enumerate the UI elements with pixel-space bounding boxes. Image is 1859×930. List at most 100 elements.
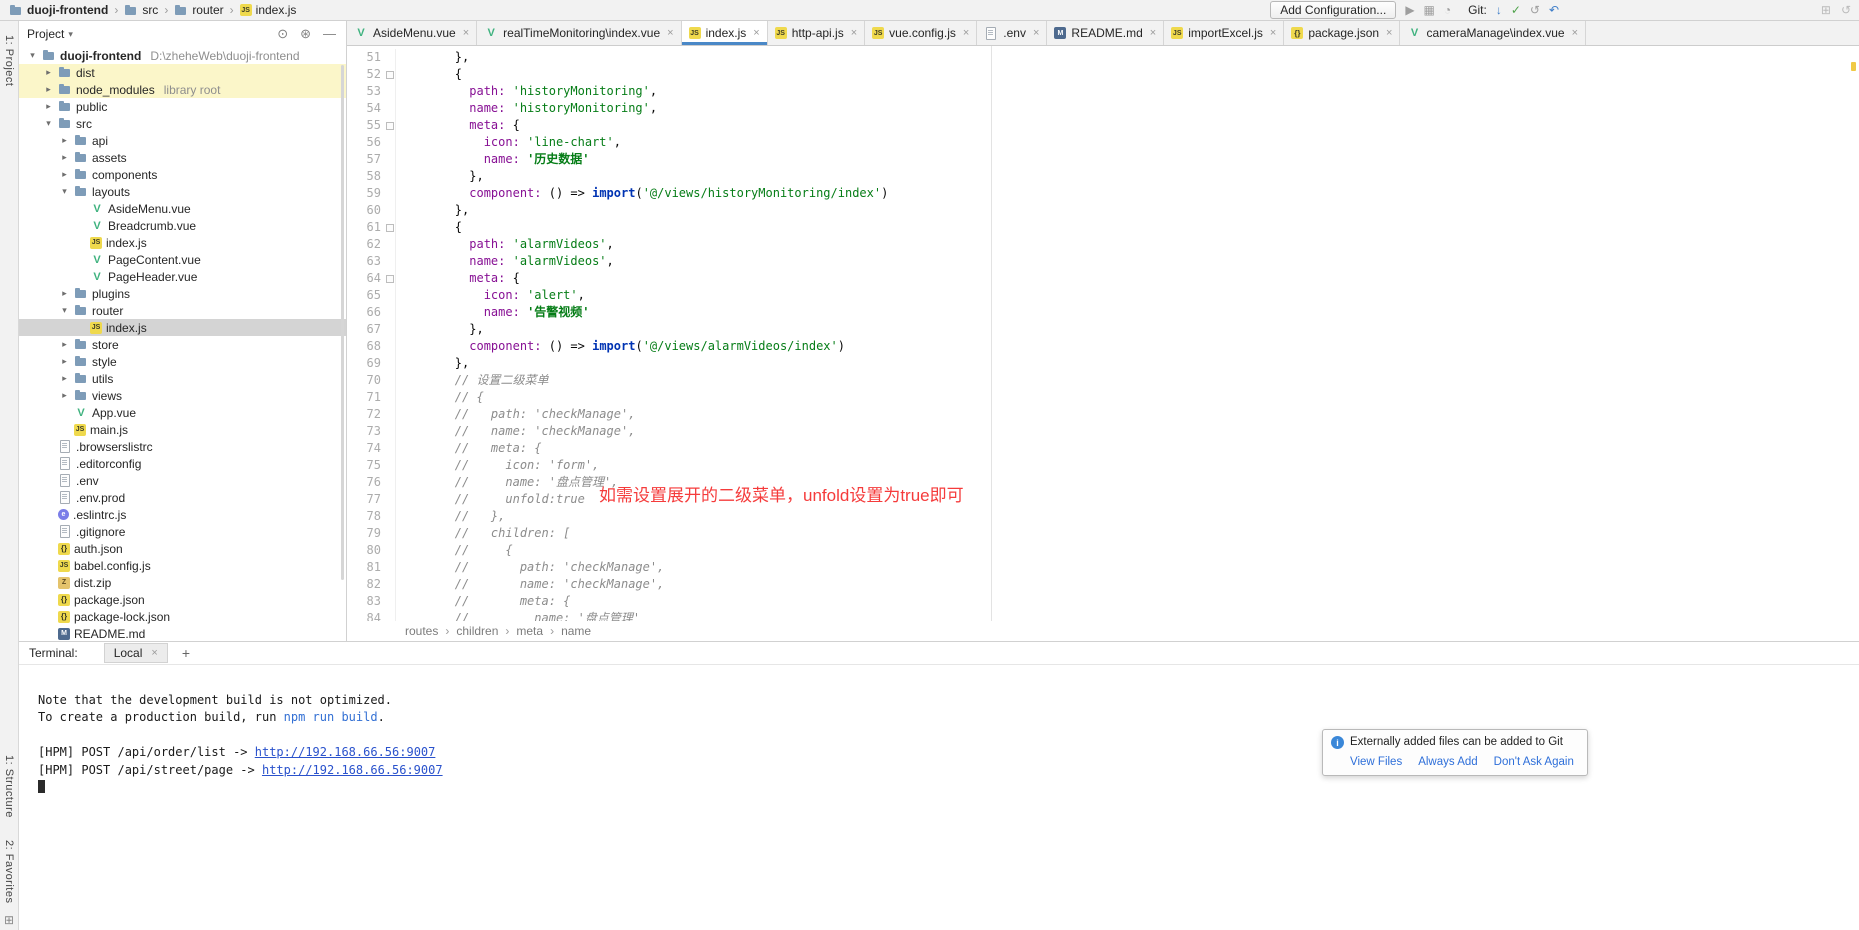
tree-row-root[interactable]: ▾duoji-frontendD:\zheheWeb\duoji-fronten… [19,47,346,64]
tree-row-.eslintrc.js[interactable]: e.eslintrc.js [19,506,346,523]
chevron-down-icon[interactable]: ▾ [43,118,54,129]
close-icon[interactable]: × [1150,27,1156,39]
toolwindow-favorites-button[interactable]: 2: Favorites [3,840,15,903]
tree-row-views[interactable]: ▸views [19,387,346,404]
chevron-right-icon[interactable]: ▸ [43,84,54,95]
tab-readme.md[interactable]: MREADME.md× [1047,21,1164,45]
close-icon[interactable]: × [1386,27,1392,39]
toolwindow-structure-button[interactable]: 1: Structure [3,755,15,818]
tree-row-store[interactable]: ▸store [19,336,346,353]
tree-row-api[interactable]: ▸api [19,132,346,149]
warning-stripe-mark[interactable] [1851,62,1856,71]
chevron-right-icon[interactable]: ▸ [59,356,70,367]
breadcrumb-item-duoji-frontend[interactable]: duoji-frontend [6,3,111,17]
tab-cameramanage-index.vue[interactable]: VcameraManage\index.vue× [1400,21,1586,45]
tree-row-.gitignore[interactable]: .gitignore [19,523,346,540]
breadcrumb-item-src[interactable]: src [121,3,161,17]
close-icon[interactable]: × [851,27,857,39]
locate-icon[interactable]: ⊙ [277,26,288,42]
tree-row-public[interactable]: ▸public [19,98,346,115]
git-rollback-icon[interactable]: ↶ [1549,4,1559,16]
close-icon[interactable]: × [753,27,759,39]
tree-row-auth.json[interactable]: {}auth.json [19,540,346,557]
git-update-icon[interactable]: ↓ [1496,4,1502,16]
chevron-down-icon[interactable]: ▾ [59,305,70,316]
tree-row-dist[interactable]: ▸dist [19,64,346,81]
chevron-down-icon[interactable]: ▾ [59,186,70,197]
tree-row-router[interactable]: ▾router [19,302,346,319]
chevron-right-icon[interactable]: ▸ [43,101,54,112]
build-icon[interactable]: ▦ [1424,4,1435,16]
project-scrollbar[interactable] [341,65,344,580]
toolwindow-project-button[interactable]: 1: Project [3,35,15,86]
close-icon[interactable]: × [1270,27,1276,39]
breadcrumb-item-routes[interactable]: routes [405,624,438,638]
breadcrumb-item-router[interactable]: router [171,3,226,17]
tree-row-.env[interactable]: .env [19,472,346,489]
tree-row-breadcrumb.vue[interactable]: VBreadcrumb.vue [19,217,346,234]
notification-action-don-t-ask-again[interactable]: Don't Ask Again [1494,756,1574,768]
chevron-right-icon[interactable]: ▸ [59,288,70,299]
close-icon[interactable]: × [151,647,157,659]
add-configuration-button[interactable]: Add Configuration... [1270,1,1396,19]
tab-vue.config.js[interactable]: JSvue.config.js× [865,21,977,45]
notification-action-view-files[interactable]: View Files [1350,756,1402,768]
settings-icon[interactable]: ⊛ [300,26,311,42]
tree-row-.env.prod[interactable]: .env.prod [19,489,346,506]
tab-importexcel.js[interactable]: JSimportExcel.js× [1164,21,1284,45]
notification-action-always-add[interactable]: Always Add [1418,756,1477,768]
tree-row-.browserslistrc[interactable]: .browserslistrc [19,438,346,455]
chevron-right-icon[interactable]: ▸ [59,390,70,401]
close-icon[interactable]: × [963,27,969,39]
close-icon[interactable]: × [667,27,673,39]
code-editor[interactable]: 51 },52 {53 path: 'historyMonitoring',54… [347,46,1859,621]
tool-grid-icon[interactable]: ⊞ [1821,4,1831,16]
project-view-selector[interactable]: Project [27,27,64,41]
tree-row-utils[interactable]: ▸utils [19,370,346,387]
close-icon[interactable]: × [463,27,469,39]
tree-row-pagecontent.vue[interactable]: VPageContent.vue [19,251,346,268]
tree-row-asidemenu.vue[interactable]: VAsideMenu.vue [19,200,346,217]
tab-http-api.js[interactable]: JShttp-api.js× [768,21,865,45]
tree-row-index.js[interactable]: JSindex.js [19,319,346,336]
tree-row-layouts[interactable]: ▾layouts [19,183,346,200]
close-icon[interactable]: × [1572,27,1578,39]
tree-row-babel.config.js[interactable]: JSbabel.config.js [19,557,346,574]
breadcrumb-item-meta[interactable]: meta [516,624,543,638]
tree-row-style[interactable]: ▸style [19,353,346,370]
tab-.env[interactable]: .env× [977,21,1047,45]
profiler-icon[interactable]: ◔ [1444,4,1451,16]
tab-realtimemonitoring-index.vue[interactable]: VrealTimeMonitoring\index.vue× [477,21,681,45]
git-commit-icon[interactable]: ✓ [1511,4,1521,16]
breadcrumb-item-children[interactable]: children [456,624,498,638]
tree-row-index.js[interactable]: JSindex.js [19,234,346,251]
tree-row-pageheader.vue[interactable]: VPageHeader.vue [19,268,346,285]
chevron-right-icon[interactable]: ▸ [59,373,70,384]
tree-row-dist.zip[interactable]: Zdist.zip [19,574,346,591]
tree-row-node-modules[interactable]: ▸node_moduleslibrary root [19,81,346,98]
chevron-right-icon[interactable]: ▸ [43,67,54,78]
chevron-right-icon[interactable]: ▸ [59,339,70,350]
tree-row-plugins[interactable]: ▸plugins [19,285,346,302]
tree-row-readme.md[interactable]: MREADME.md [19,625,346,641]
tree-row-package.json[interactable]: {}package.json [19,591,346,608]
tree-row-assets[interactable]: ▸assets [19,149,346,166]
breadcrumb-item-index.js[interactable]: JSindex.js [237,3,300,17]
chevron-right-icon[interactable]: ▸ [59,135,70,146]
hide-panel-icon[interactable]: — [323,26,336,42]
tree-row-src[interactable]: ▾src [19,115,346,132]
tree-row-main.js[interactable]: JSmain.js [19,421,346,438]
tree-row-package-lock.json[interactable]: {}package-lock.json [19,608,346,625]
tree-row-.editorconfig[interactable]: .editorconfig [19,455,346,472]
tree-row-app.vue[interactable]: VApp.vue [19,404,346,421]
tab-package.json[interactable]: {}package.json× [1284,21,1400,45]
tool-windows-corner-icon[interactable]: ⊞ [4,913,14,927]
tab-asidemenu.vue[interactable]: VAsideMenu.vue× [347,21,477,45]
new-terminal-icon[interactable]: + [182,645,190,661]
terminal-tab-local[interactable]: Local × [104,643,168,663]
chevron-right-icon[interactable]: ▸ [59,152,70,163]
git-history-icon[interactable]: ↺ [1530,4,1540,16]
chevron-right-icon[interactable]: ▸ [59,169,70,180]
run-icon[interactable]: ▶ [1405,4,1414,16]
close-icon[interactable]: × [1033,27,1039,39]
